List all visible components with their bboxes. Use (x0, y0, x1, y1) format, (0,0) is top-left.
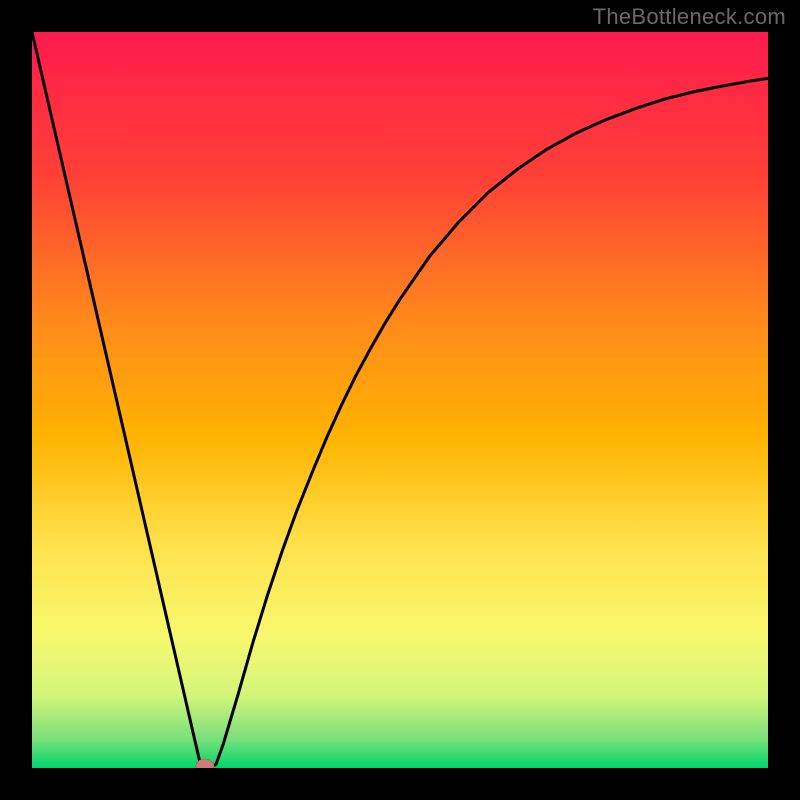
plot-area (32, 32, 768, 768)
chart-frame: TheBottleneck.com (0, 0, 800, 800)
watermark-text: TheBottleneck.com (593, 4, 786, 30)
chart-canvas (32, 32, 768, 768)
gradient-background (32, 32, 768, 768)
